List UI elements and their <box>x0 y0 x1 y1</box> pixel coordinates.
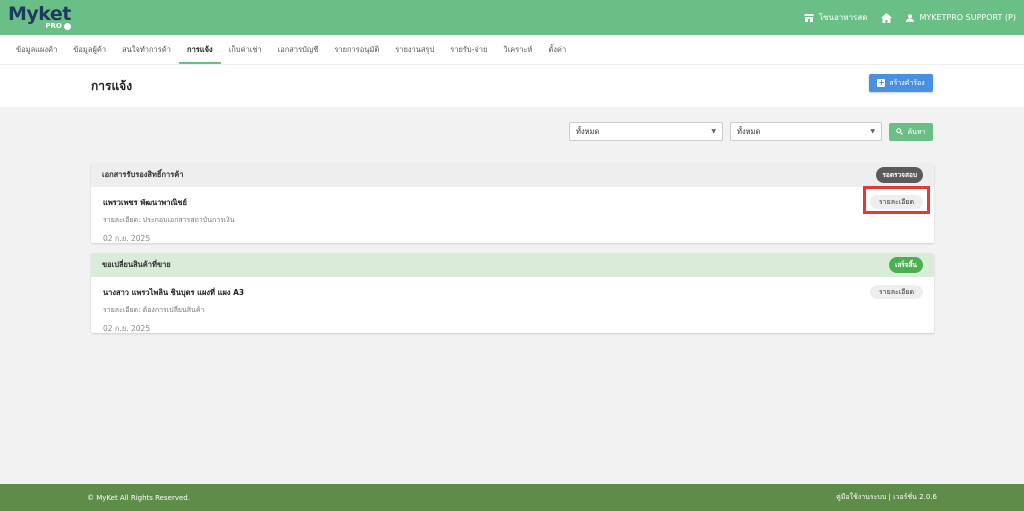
create-request-label: สร้างคำร้อง <box>889 78 925 87</box>
top-right-menu: โซนอาหารสด MYKETPRO SUPPORT (P) <box>803 11 1016 24</box>
create-request-button[interactable]: + สร้างคำร้อง <box>869 74 933 92</box>
nav-tab[interactable]: การแจ้ง <box>179 35 221 64</box>
nav-tab[interactable]: รายงานสรุป <box>387 35 442 64</box>
detail-button[interactable]: รายละเอียด <box>869 285 923 299</box>
user-label: MYKETPRO SUPPORT (P) <box>919 13 1016 22</box>
page-header: การแจ้ง + สร้างคำร้อง <box>0 65 1024 107</box>
nav-tab[interactable]: เก็บค่าเช่า <box>221 35 270 64</box>
home-button[interactable] <box>881 12 893 23</box>
shop-label: โซนอาหารสด <box>818 13 868 22</box>
copyright-text: © MyKet All Rights Reserved. <box>87 493 190 502</box>
nav-tab[interactable]: ตั้งค่า <box>540 35 574 64</box>
search-button[interactable]: ค้นหา <box>889 123 933 141</box>
search-icon <box>896 127 904 137</box>
chevron-down-icon: ▼ <box>711 128 716 135</box>
type-filter-value: ทั้งหมด <box>737 126 761 136</box>
request-detail: รายละเอียด: ต้องการเปลี่ยนสินค้า <box>103 306 205 314</box>
app-logo[interactable]: Myket PRO <box>8 5 71 30</box>
main-nav: ข้อมูลแผงค้า ข้อมูลผู้ค้า สนใจทำการค้า การแ… <box>0 35 1024 65</box>
request-card: เอกสารรับรองสิทธิ์การค้า รอตรวจสอบ แพรวเ… <box>91 163 934 243</box>
logo-sub: PRO <box>45 23 71 30</box>
card-body: แพรวเพชร พัฒนาพาณิชย์ รายละเอียด: ประกอบ… <box>91 187 934 253</box>
status-filter-select[interactable]: ทั้งหมด ▼ <box>569 122 723 141</box>
home-icon <box>881 12 893 23</box>
type-filter-select[interactable]: ทั้งหมด ▼ <box>730 122 882 141</box>
user-menu[interactable]: MYKETPRO SUPPORT (P) <box>906 13 1016 22</box>
nav-tab[interactable]: รายการอนุมัติ <box>326 35 387 64</box>
chevron-down-icon: ▼ <box>870 128 875 135</box>
status-badge: เสร็จสิ้น <box>889 257 923 273</box>
nav-tab[interactable]: รายรับ-จ่าย <box>442 35 495 64</box>
card-header: ขอเปลี่ยนสินค้าที่ขาย เสร็จสิ้น <box>91 253 934 277</box>
user-icon <box>906 13 915 22</box>
request-card: ขอเปลี่ยนสินค้าที่ขาย เสร็จสิ้น นางสาว แ… <box>91 253 934 333</box>
manual-version-link[interactable]: คู่มือใช้งานระบบ | เวอร์ชั่น 2.0.6 <box>836 492 937 503</box>
card-title: เอกสารรับรองสิทธิ์การค้า <box>102 170 184 179</box>
top-bar: Myket PRO โซนอาหารสด MYKETPRO SUPPORT (P… <box>0 0 1024 35</box>
card-body: นางสาว แพรวไพลิน ชินบุตร แผงที่ แผง A3 ร… <box>91 277 934 343</box>
status-badge: รอตรวจสอบ <box>876 167 923 183</box>
detail-button[interactable]: รายละเอียด <box>869 195 923 209</box>
plus-icon: + <box>877 78 886 87</box>
status-filter-value: ทั้งหมด <box>576 126 600 136</box>
card-header: เอกสารรับรองสิทธิ์การค้า รอตรวจสอบ <box>91 163 934 187</box>
page-title: การแจ้ง <box>91 79 133 93</box>
card-title: ขอเปลี่ยนสินค้าที่ขาย <box>102 260 171 269</box>
request-date: 02 ก.ย. 2025 <box>103 234 151 243</box>
nav-tab[interactable]: วิเคราะห์ <box>495 35 540 64</box>
logo-dot-icon <box>63 23 71 30</box>
store-icon <box>803 13 814 22</box>
shop-selector[interactable]: โซนอาหารสด <box>803 11 868 24</box>
nav-tab[interactable]: ข้อมูลผู้ค้า <box>65 35 114 64</box>
nav-tab[interactable]: เอกสารบัญชี <box>270 35 327 64</box>
nav-tab[interactable]: สนใจทำการค้า <box>114 35 179 64</box>
nav-tab[interactable]: ข้อมูลแผงค้า <box>8 35 65 64</box>
request-detail: รายละเอียด: ประกอบเอกสารสถาบันการเงิน <box>103 216 235 224</box>
footer: © MyKet All Rights Reserved. คู่มือใช้งา… <box>0 484 1024 511</box>
requester-name: แพรวเพชร พัฒนาพาณิชย์ <box>103 198 187 207</box>
request-date: 02 ก.ย. 2025 <box>103 324 151 333</box>
requester-name: นางสาว แพรวไพลิน ชินบุตร แผงที่ แผง A3 <box>103 288 245 297</box>
search-label: ค้นหา <box>907 127 926 136</box>
